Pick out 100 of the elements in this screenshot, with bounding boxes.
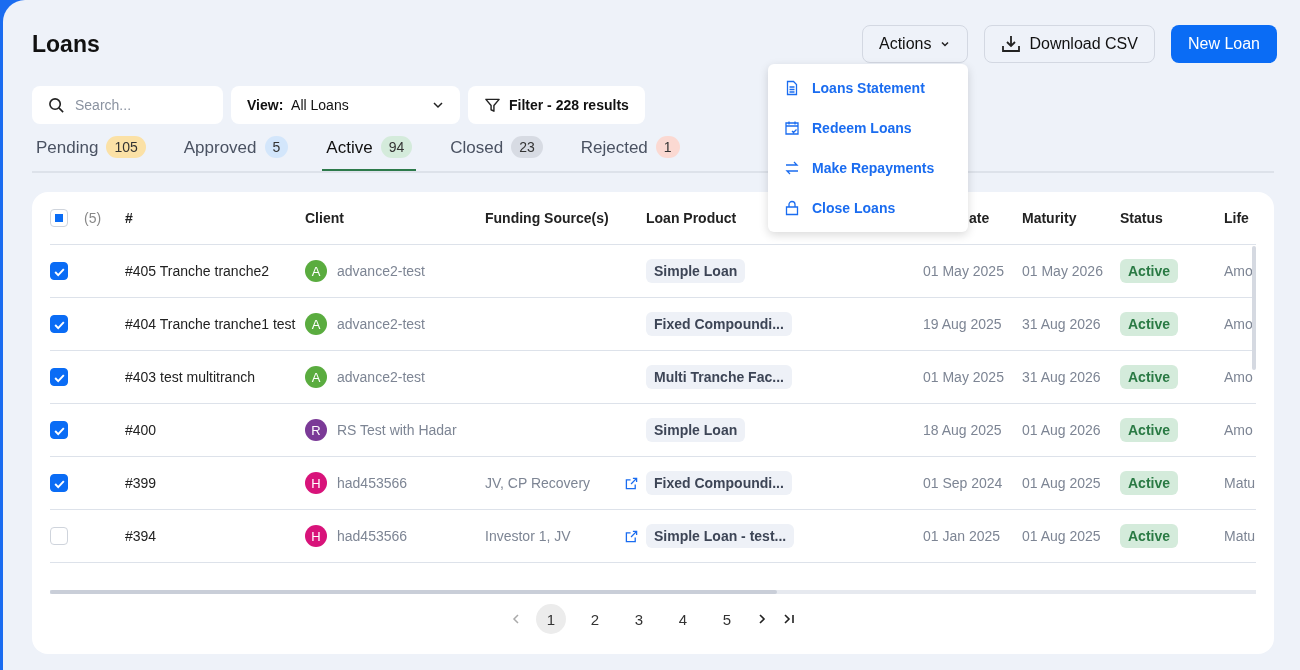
product-tag: Multi Tranche Fac...	[646, 365, 792, 389]
table-cell: 01 May 2026	[1022, 263, 1103, 279]
last-page-icon[interactable]	[782, 613, 796, 625]
column-header: Life	[1224, 210, 1249, 226]
count-badge: 23	[511, 136, 543, 158]
table-cell: #400	[125, 422, 157, 438]
page-title: Loans	[32, 30, 100, 58]
table-cell: 01 May 2025	[923, 263, 1004, 279]
table-cell: had453566	[337, 475, 408, 491]
table-cell: advance2-test	[337, 316, 425, 332]
table-cell: 19 Aug 2025	[923, 316, 1002, 332]
filter-icon	[484, 96, 501, 114]
avatar: A	[305, 260, 327, 282]
table-cell: #405 Tranche tranche2	[125, 263, 269, 279]
product-tag: Simple Loan - test...	[646, 524, 795, 548]
product-tag: Simple Loan	[646, 418, 746, 442]
next-page-icon[interactable]	[756, 613, 768, 625]
count-badge: 5	[264, 136, 289, 158]
page-button[interactable]: 5	[712, 604, 742, 634]
status-badge: Active	[1120, 312, 1179, 336]
table-cell: 18 Aug 2025	[923, 422, 1002, 438]
menu-item[interactable]: Loans Statement	[768, 68, 968, 108]
avatar: A	[305, 366, 327, 388]
actions-button[interactable]: Actions	[862, 25, 969, 63]
table-cell: Matu	[1224, 528, 1256, 544]
table-cell: 01 Aug 2025	[1022, 475, 1101, 491]
download-icon	[1001, 34, 1022, 54]
tab[interactable]: Rejected 1	[576, 136, 684, 171]
new-loan-button[interactable]: New Loan	[1170, 25, 1277, 63]
search-icon	[48, 96, 65, 114]
table-cell: Amo	[1224, 316, 1253, 332]
product-tag: Fixed Compoundi...	[646, 312, 792, 336]
tab[interactable]: Active 94	[322, 136, 417, 171]
table-cell: Amo	[1224, 369, 1253, 385]
download-csv-button[interactable]: Download CSV	[984, 25, 1155, 63]
select-all-checkbox[interactable]	[50, 209, 68, 227]
scrollbar-thumb[interactable]	[50, 590, 777, 594]
table-cell: 01 May 2025	[923, 369, 1004, 385]
view-dropdown[interactable]: View: All Loans	[231, 86, 460, 124]
table-cell: had453566	[337, 528, 408, 544]
calendar-icon	[784, 120, 800, 136]
column-header: ate	[968, 210, 990, 226]
tab[interactable]: Pending 105	[32, 136, 150, 171]
tab[interactable]: Approved 5	[179, 136, 293, 171]
status-badge: Active	[1120, 365, 1179, 389]
row-checkbox[interactable]	[50, 474, 68, 492]
menu-item[interactable]: Make Repayments	[768, 148, 968, 188]
column-header: Loan Product	[646, 210, 737, 226]
table-cell: 01 Jan 2025	[923, 528, 1001, 544]
external-link-icon[interactable]	[625, 476, 638, 490]
row-checkbox[interactable]	[50, 315, 68, 333]
selected-count: (5)	[84, 210, 102, 226]
column-header: Status	[1120, 210, 1163, 226]
search-field[interactable]: Search...	[32, 86, 223, 124]
count-badge: 94	[380, 136, 413, 158]
page-button[interactable]: 2	[580, 604, 610, 634]
column-header: Funding Source(s)	[485, 210, 609, 226]
status-badge: Active	[1120, 259, 1179, 283]
table-cell: #404 Tranche tranche1 test	[125, 316, 296, 332]
status-badge: Active	[1120, 524, 1179, 548]
table-cell: 31 Aug 2026	[1022, 316, 1101, 332]
page-button[interactable]: 4	[668, 604, 698, 634]
external-link-icon[interactable]	[625, 529, 638, 543]
menu-item[interactable]: Redeem Loans	[768, 108, 968, 148]
search-input[interactable]: Search...	[73, 96, 207, 114]
table-cell: 01 Aug 2026	[1022, 422, 1101, 438]
table-cell: Amo	[1224, 263, 1253, 279]
table-cell: #399	[125, 475, 157, 491]
table-cell: RS Test with Hadar	[337, 422, 457, 438]
avatar: H	[305, 525, 327, 547]
column-header: Maturity	[1022, 210, 1077, 226]
column-header: Client	[305, 210, 344, 226]
avatar: A	[305, 313, 327, 335]
avatar: H	[305, 472, 327, 494]
table-cell: 01 Aug 2025	[1022, 528, 1101, 544]
row-checkbox[interactable]	[50, 368, 68, 386]
document-icon	[784, 80, 800, 96]
menu-item[interactable]: Close Loans	[768, 188, 968, 228]
table-cell: Amo	[1224, 422, 1253, 438]
product-tag: Fixed Compoundi...	[646, 471, 792, 495]
row-checkbox[interactable]	[50, 421, 68, 439]
table-cell: #394	[125, 528, 157, 544]
scrollbar-thumb[interactable]	[1252, 246, 1256, 370]
page-button[interactable]: 1	[536, 604, 566, 634]
table-cell: #403 test multitranch	[125, 369, 255, 385]
page-button[interactable]: 3	[624, 604, 654, 634]
status-badge: Active	[1120, 471, 1179, 495]
table-cell: 01 Sep 2024	[923, 475, 1003, 491]
status-badge: Active	[1120, 418, 1179, 442]
table-cell: JV, CP Recovery	[485, 475, 591, 491]
filter-button[interactable]: Filter - 228 results	[468, 86, 645, 124]
product-tag: Simple Loan	[646, 259, 746, 283]
table-cell: Investor 1, JV	[485, 528, 571, 544]
row-checkbox[interactable]	[50, 262, 68, 280]
avatar: R	[305, 419, 327, 441]
transfer-icon	[784, 160, 800, 176]
tab[interactable]: Closed 23	[446, 136, 547, 171]
chevron-down-icon	[432, 99, 444, 111]
count-badge: 105	[106, 136, 146, 158]
table-cell: advance2-test	[337, 369, 425, 385]
